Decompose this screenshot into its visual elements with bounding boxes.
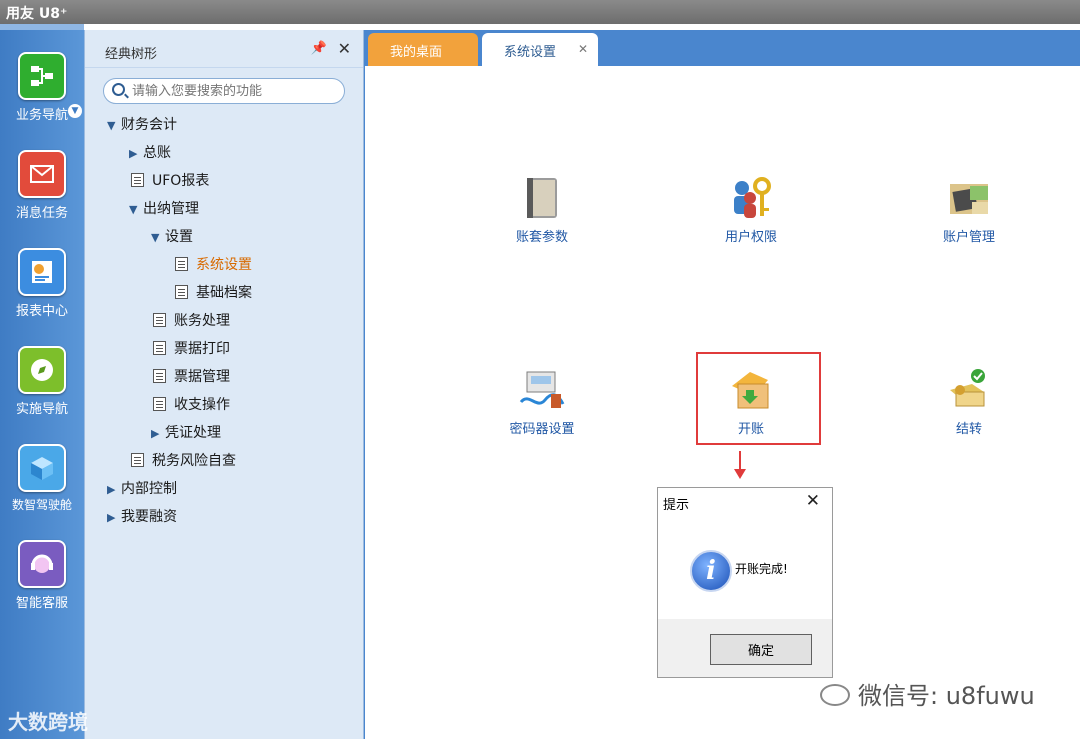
func-cipher-settings[interactable]: 密码器设置 (482, 366, 602, 437)
nav-label: 报表中心 (15, 304, 68, 319)
tree-node-internal-control[interactable]: ▶ 内部控制 (107, 478, 177, 500)
func-account-params[interactable]: 账套参数 (482, 174, 602, 245)
tree-node-tax-risk[interactable]: 税务风险自查 (131, 450, 236, 472)
tree-node-settings[interactable]: ▼ 设置 (151, 226, 193, 248)
nav-service[interactable]: 智能客服 (0, 540, 84, 611)
headset-icon (18, 540, 66, 588)
document-icon (153, 341, 166, 355)
arrow-down-icon (734, 451, 746, 479)
nav-business[interactable]: ▼ 业务导航 (0, 52, 84, 123)
func-carry-forward[interactable]: 结转 (909, 366, 1029, 437)
func-user-permission[interactable]: 用户权限 (691, 174, 811, 245)
document-icon (153, 369, 166, 383)
tab-system-settings[interactable]: 系统设置 ✕ (482, 33, 598, 66)
chevron-down-icon[interactable]: ▼ (107, 119, 121, 132)
nav-implement[interactable]: 实施导航 (0, 346, 84, 417)
watermark-left: 大数跨境 (8, 710, 88, 734)
search-input[interactable] (132, 81, 332, 101)
chevron-right-icon[interactable]: ▶ (107, 511, 121, 524)
tree-node-cashier[interactable]: ▼ 出纳管理 (129, 198, 199, 220)
tree-panel: 经典树形 📌 ✕ ▼财务会计 ▶总账 UFO报表 ▼出纳管理 ▼设置 系统设置 … (84, 30, 364, 739)
chevron-down-icon[interactable]: ▼ (151, 231, 165, 244)
tree-node-income-expense[interactable]: 收支操作 (153, 394, 230, 416)
dialog-title: 提示 (663, 498, 690, 513)
dialog-header: 提示 ✕ (658, 488, 832, 516)
nav-message[interactable]: 消息任务 (0, 150, 84, 221)
search-box[interactable] (103, 78, 345, 104)
book-icon (515, 174, 569, 224)
pin-icon[interactable]: 📌 (311, 41, 327, 56)
close-icon[interactable]: ✕ (338, 39, 351, 58)
nav-label: 消息任务 (15, 206, 68, 221)
tree-node-bill-print[interactable]: 票据打印 (153, 338, 230, 360)
tree-node-basic-archive[interactable]: 基础档案 (175, 282, 252, 304)
wechat-icon (820, 684, 850, 706)
tree-node-voucher[interactable]: ▶ 凭证处理 (151, 422, 221, 444)
nav-report[interactable]: 报表中心 (0, 248, 84, 319)
document-icon (175, 285, 188, 299)
ok-button[interactable]: 确定 (710, 634, 812, 665)
chevron-down-icon[interactable]: ▼ (68, 104, 82, 118)
document-icon (131, 173, 144, 187)
chevron-right-icon[interactable]: ▶ (151, 427, 165, 440)
tree-node-bill-manage[interactable]: 票据管理 (153, 366, 230, 388)
close-icon[interactable]: ✕ (578, 42, 588, 56)
tab-bar: 我的桌面 系统设置 ✕ (364, 30, 1080, 66)
users-key-icon (724, 174, 778, 224)
document-icon (153, 397, 166, 411)
cipher-device-icon (515, 366, 569, 416)
info-icon: i (690, 550, 732, 592)
left-nav: ▼ 业务导航 消息任务 报表中心 实施导航 数智驾驶舱 智能客服 (0, 24, 84, 739)
chevron-right-icon[interactable]: ▶ (129, 147, 143, 160)
tree-node-accounting[interactable]: 账务处理 (153, 310, 230, 332)
tree-node-ufo[interactable]: UFO报表 (131, 170, 209, 192)
func-account-manage[interactable]: 账户管理 (909, 174, 1029, 245)
report-icon (18, 248, 66, 296)
nav-label: 业务导航 (15, 108, 68, 123)
chevron-down-icon[interactable]: ▼ (129, 203, 143, 216)
tree-node-finance[interactable]: ▼ 财务会计 (107, 114, 177, 136)
document-icon (175, 257, 188, 271)
document-icon (131, 453, 144, 467)
dialog-message: 开账完成! (735, 562, 788, 576)
document-icon (153, 313, 166, 327)
carry-forward-icon (942, 366, 996, 416)
message-icon (18, 150, 66, 198)
business-nav-icon (18, 52, 66, 100)
tab-my-desktop[interactable]: 我的桌面 (368, 33, 478, 66)
compass-icon (18, 346, 66, 394)
close-icon[interactable]: ✕ (806, 491, 820, 511)
app-title: 用友 U8⁺ (6, 6, 68, 22)
tree-node-system-settings[interactable]: 系统设置 (175, 254, 252, 276)
tree-title: 经典树形 (105, 47, 158, 62)
tree-node-financing[interactable]: ▶ 我要融资 (107, 506, 177, 528)
nav-label: 实施导航 (15, 402, 68, 417)
highlight-box (696, 352, 821, 445)
title-bar: 用友 U8⁺ (0, 0, 1080, 24)
prompt-dialog: 提示 ✕ i 开账完成! 确定 (657, 487, 833, 678)
tree-node-ledger[interactable]: ▶ 总账 (129, 142, 171, 164)
folder-card-icon (942, 174, 996, 224)
nav-label: 数智驾驶舱 (11, 498, 72, 512)
tree-header: 经典树形 📌 ✕ (85, 30, 363, 68)
dialog-footer: 确定 (658, 619, 832, 677)
nav-cockpit[interactable]: 数智驾驶舱 (0, 444, 84, 513)
nav-label: 智能客服 (15, 596, 68, 611)
cockpit-icon (18, 444, 66, 492)
watermark-right: 微信号: u8fuwu (820, 676, 1035, 711)
chevron-right-icon[interactable]: ▶ (107, 483, 121, 496)
search-icon (112, 83, 125, 96)
